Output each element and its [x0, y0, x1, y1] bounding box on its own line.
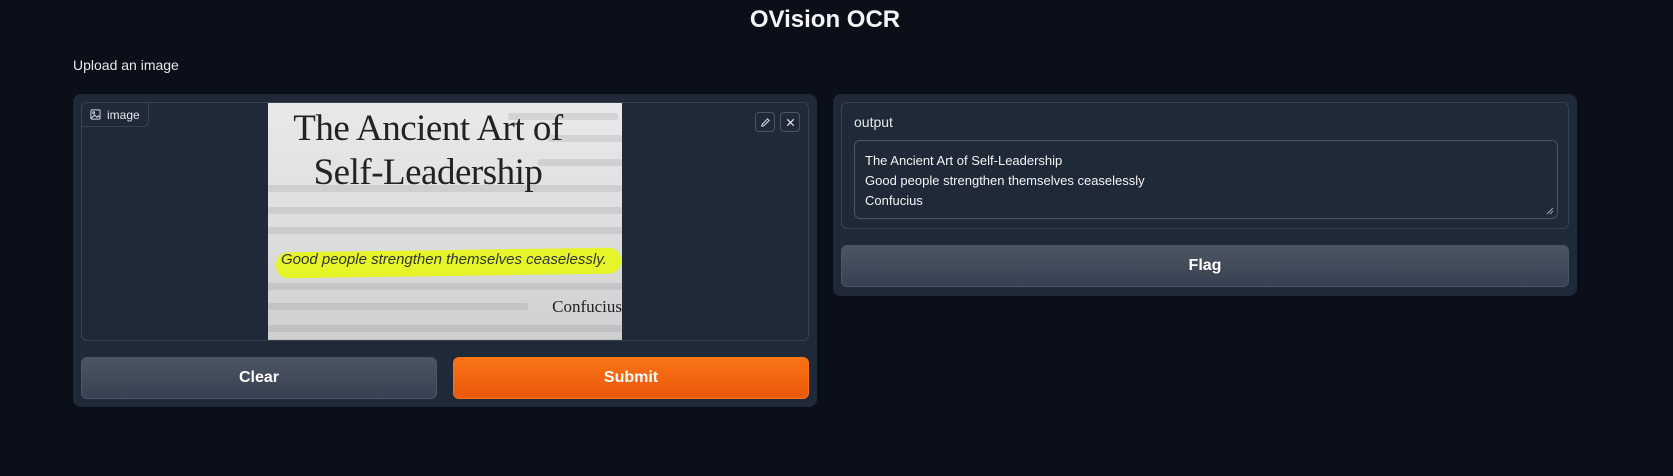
- input-panel: image The Ancient Art of Self-Leadership…: [73, 94, 817, 407]
- uploaded-image: The Ancient Art of Self-Leadership Good …: [268, 103, 622, 340]
- resize-handle-icon[interactable]: [1546, 207, 1554, 215]
- image-upload-area[interactable]: image The Ancient Art of Self-Leadership…: [81, 102, 809, 341]
- submit-button[interactable]: Submit: [453, 357, 809, 399]
- output-panel: output The Ancient Art of Self-Leadershi…: [833, 94, 1577, 296]
- image-heading-line-2: Self-Leadership: [313, 152, 543, 193]
- image-field-label: image: [82, 103, 149, 127]
- output-textarea[interactable]: The Ancient Art of Self-Leadership Good …: [854, 140, 1558, 219]
- app-description: Upload an image: [73, 57, 179, 73]
- output-line: Confucius: [865, 193, 923, 208]
- close-icon: [786, 118, 794, 126]
- edit-image-button[interactable]: [755, 112, 775, 132]
- remove-image-button[interactable]: [780, 112, 800, 132]
- pencil-icon: [760, 117, 770, 127]
- image-icon: [90, 109, 101, 120]
- image-heading-line-1: The Ancient Art of: [293, 108, 563, 149]
- flag-button[interactable]: Flag: [841, 245, 1569, 287]
- image-author: Confucius: [552, 297, 622, 316]
- output-label: output: [854, 114, 893, 130]
- app-title: OVision OCR: [749, 6, 901, 33]
- output-line: Good people strengthen themselves ceasel…: [865, 173, 1145, 188]
- image-quote: Good people strengthen themselves ceasel…: [281, 251, 607, 268]
- image-heading: The Ancient Art of Self-Leadership: [268, 107, 588, 195]
- clear-button[interactable]: Clear: [81, 357, 437, 399]
- output-line: The Ancient Art of Self-Leadership: [865, 153, 1063, 168]
- output-field: output The Ancient Art of Self-Leadershi…: [841, 102, 1569, 229]
- image-label-text: image: [107, 107, 140, 122]
